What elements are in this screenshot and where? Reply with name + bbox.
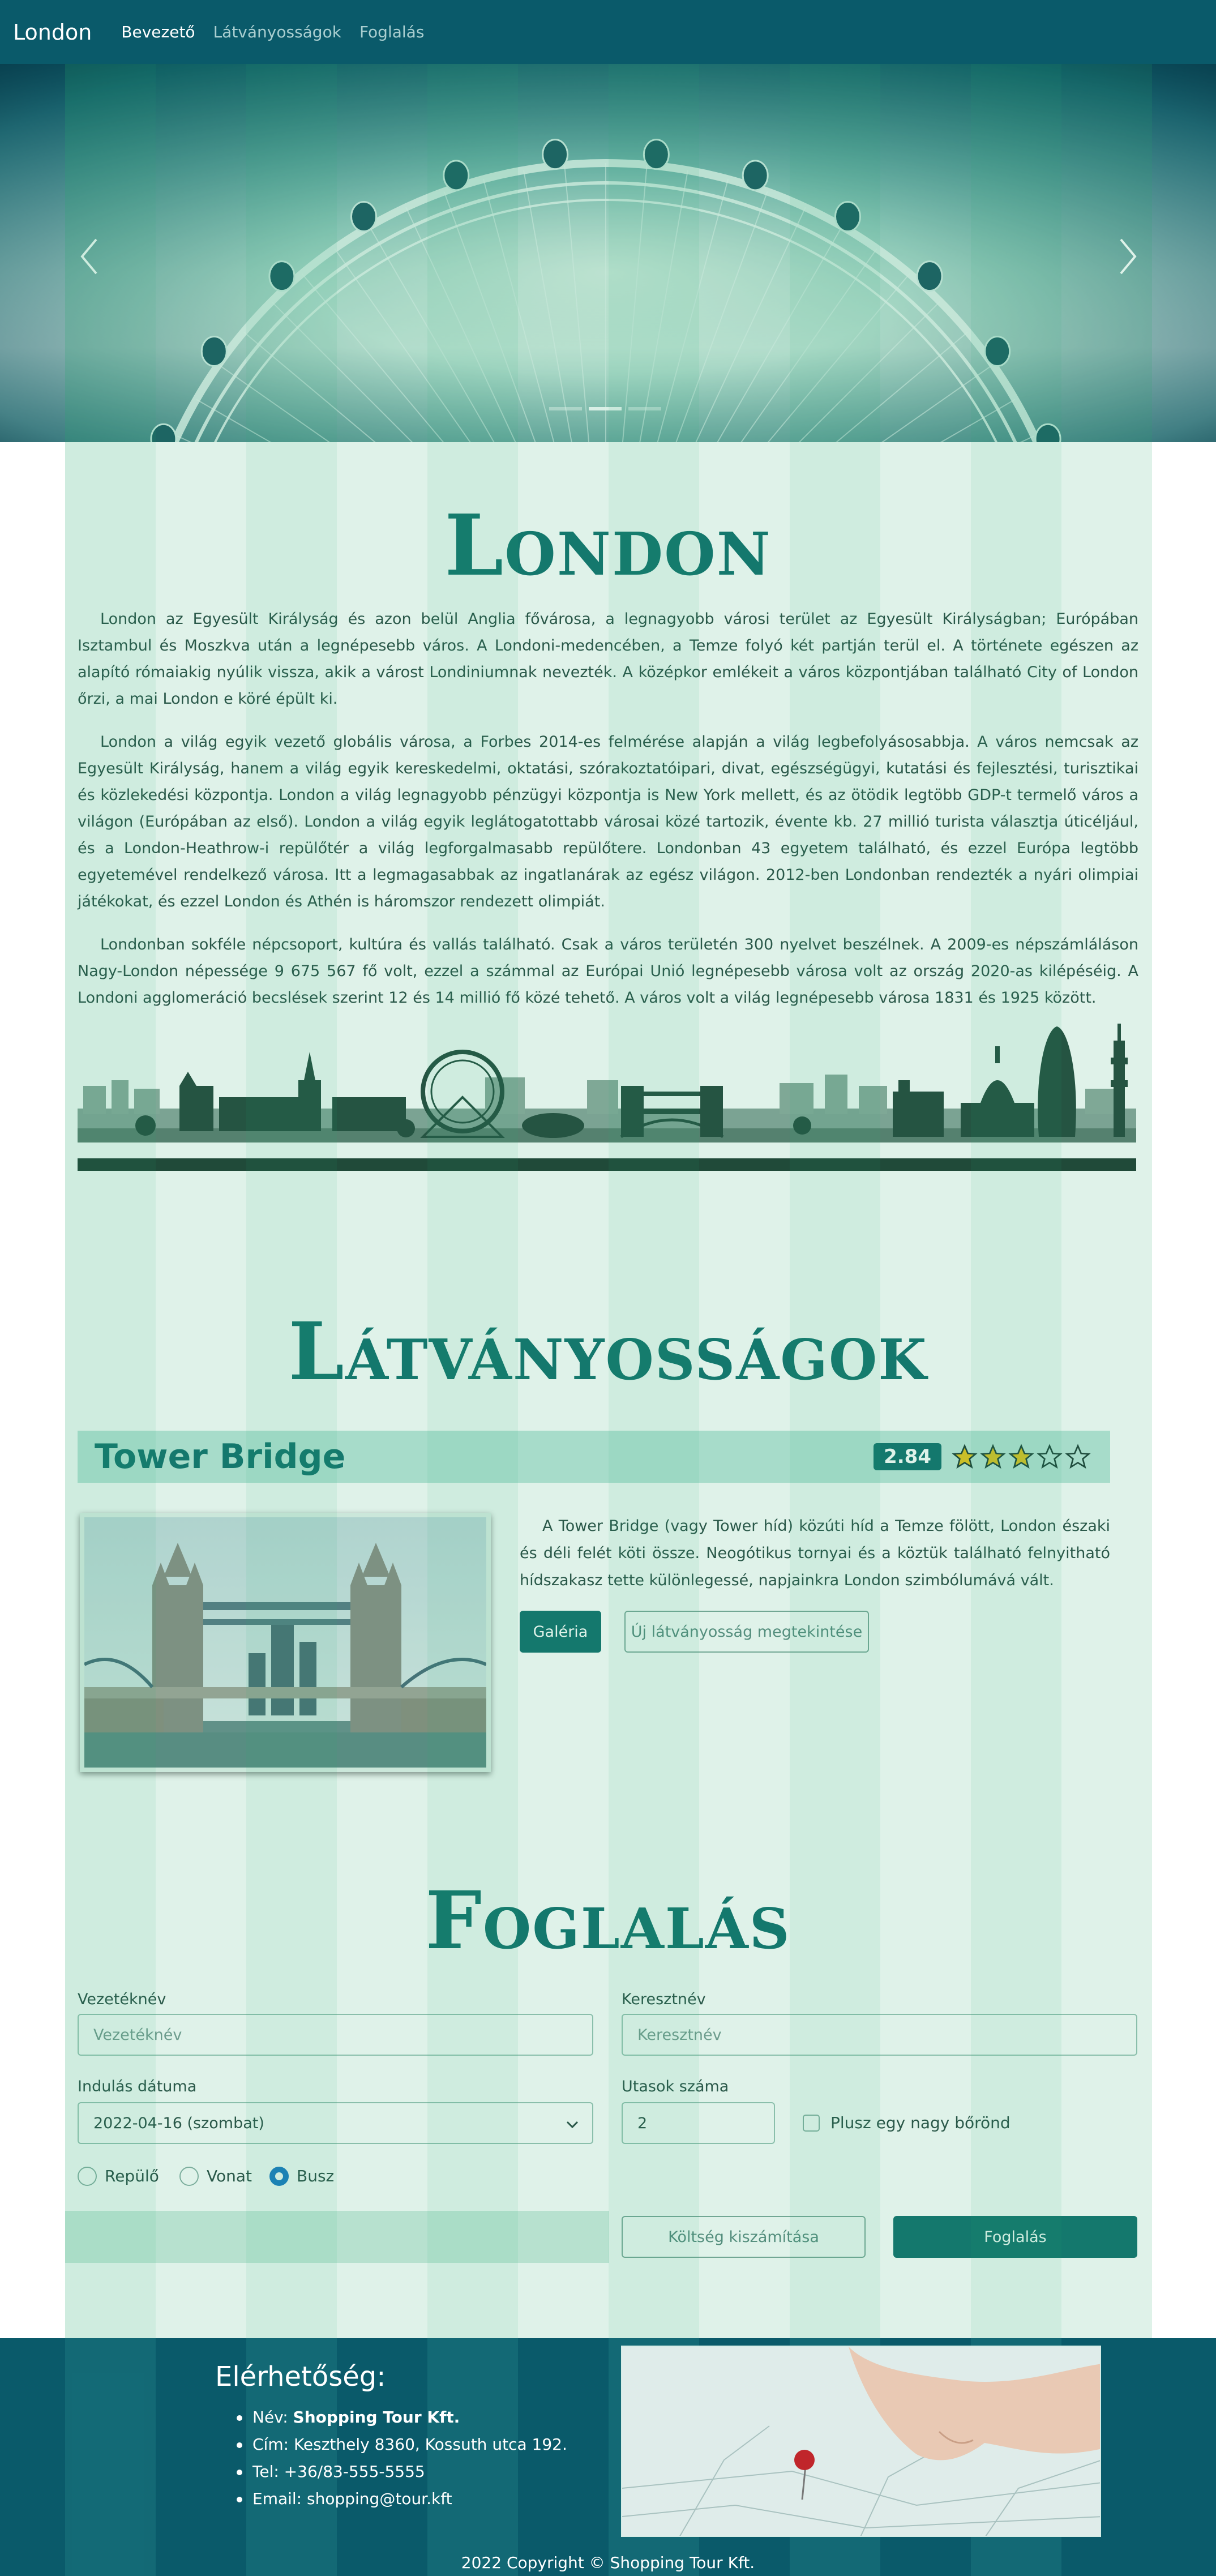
sight-name: Tower Bridge <box>95 1437 346 1477</box>
extra-luggage-checkbox[interactable] <box>803 2115 820 2132</box>
brand-logo[interactable]: London <box>13 20 92 45</box>
contact-list: Név: Shopping Tour Kft. Cím: Keszthely 8… <box>237 2404 567 2513</box>
gallery-button[interactable]: Galéria <box>520 1611 601 1653</box>
star-icon <box>1065 1444 1091 1469</box>
wheel-capsule <box>268 260 296 292</box>
carousel-indicators <box>549 407 661 410</box>
map-pin-photo <box>621 2346 1101 2537</box>
star-rating <box>952 1444 1091 1470</box>
intro-paragraph: London a világ egyik vezető globális vár… <box>78 733 1138 910</box>
wheel-capsule <box>542 139 569 170</box>
wheel-capsule <box>1034 423 1061 442</box>
last-name-label: Vezetéknév <box>78 1991 166 2008</box>
wheel-capsule <box>834 201 861 233</box>
carousel-indicator[interactable] <box>549 407 582 410</box>
contact-email: Email: shopping@tour.kft <box>237 2485 567 2513</box>
contact-phone: Tel: +36/83-555-5555 <box>237 2458 567 2485</box>
wheel-capsule <box>150 423 177 442</box>
carousel-indicator[interactable] <box>628 407 661 410</box>
passengers-label: Utasok száma <box>622 2078 729 2095</box>
departure-date-value: 2022-04-16 (szombat) <box>93 2114 264 2132</box>
sights-title: Látványosságok <box>288 1306 928 1398</box>
contact-address: Cím: Keszthely 8360, Kossuth utca 192. <box>237 2431 567 2458</box>
london-skyline-image <box>78 1024 1136 1171</box>
last-name-input[interactable]: Vezetéknév <box>78 2014 593 2056</box>
new-sight-button[interactable]: Új látványosság megtekintése <box>624 1611 869 1653</box>
transport-radio-plane[interactable] <box>78 2167 97 2186</box>
carousel-indicator[interactable] <box>589 407 622 410</box>
footer: Elérhetőség: Név: Shopping Tour Kft. Cím… <box>0 2338 1216 2576</box>
sight-description: A Tower Bridge (vagy Tower híd) közúti h… <box>520 1517 1110 1589</box>
contact-name: Név: Shopping Tour Kft. <box>237 2404 567 2431</box>
first-name-input[interactable]: Keresztnév <box>622 2014 1137 2056</box>
main-content: London London az Egyesült Királyság és a… <box>65 442 1138 2263</box>
london-eye-illustration <box>150 139 1061 442</box>
departure-date-select[interactable]: 2022-04-16 (szombat) <box>78 2102 593 2144</box>
transport-label-plane: Repülő <box>105 2167 159 2185</box>
wheel-capsule <box>742 160 769 191</box>
nav-link-foglalas[interactable]: Foglalás <box>359 23 424 41</box>
calculate-cost-button[interactable]: Költség kiszámítása <box>622 2216 866 2258</box>
wheel-capsule <box>200 335 228 367</box>
wheel-capsule <box>984 335 1011 367</box>
first-name-label: Keresztnév <box>622 1991 706 2008</box>
transport-radio-bus[interactable] <box>269 2167 289 2186</box>
wheel-capsule <box>643 139 670 170</box>
star-icon <box>952 1444 978 1469</box>
chevron-down-icon <box>566 2121 579 2129</box>
copyright: 2022 Copyright © Shopping Tour Kft. <box>461 2553 755 2572</box>
extra-luggage-label: Plusz egy nagy bőrönd <box>830 2113 1011 2132</box>
wheel-capsule <box>916 260 943 292</box>
booking-title: Foglalás <box>425 1875 791 1967</box>
carousel-next-icon[interactable] <box>1110 234 1144 279</box>
contact-title: Elérhetőség: <box>215 2361 386 2393</box>
passengers-input[interactable]: 2 <box>622 2102 775 2144</box>
wheel-capsule <box>350 201 377 233</box>
transport-label-train: Vonat <box>207 2167 252 2185</box>
star-icon <box>1008 1444 1034 1469</box>
transport-radio-train[interactable] <box>179 2167 199 2186</box>
sight-card-header: Tower Bridge 2.84 <box>78 1431 1110 1483</box>
booking-submit-button[interactable]: Foglalás <box>893 2216 1137 2258</box>
cost-result-box <box>65 2211 609 2263</box>
hero-carousel <box>0 64 1216 442</box>
transport-label-bus: Busz <box>297 2167 335 2185</box>
intro-title: London <box>444 496 772 594</box>
nav-link-latvanyossagok[interactable]: Látványosságok <box>213 23 341 41</box>
wheel-capsule <box>443 160 470 191</box>
nav-link-bevezeto[interactable]: Bevezető <box>121 23 195 41</box>
intro-paragraph: Londonban sokféle népcsoport, kultúra és… <box>78 936 1138 1007</box>
star-icon <box>1037 1444 1063 1469</box>
tower-bridge-photo <box>80 1513 491 1772</box>
rating-badge: 2.84 <box>874 1443 941 1470</box>
intro-paragraph: London az Egyesült Királyság és azon bel… <box>78 610 1138 708</box>
departure-date-label: Indulás dátuma <box>78 2078 197 2095</box>
navbar: London Bevezető Látványosságok Foglalás <box>0 0 1216 64</box>
carousel-prev-icon[interactable] <box>74 234 108 279</box>
star-icon <box>980 1444 1006 1469</box>
